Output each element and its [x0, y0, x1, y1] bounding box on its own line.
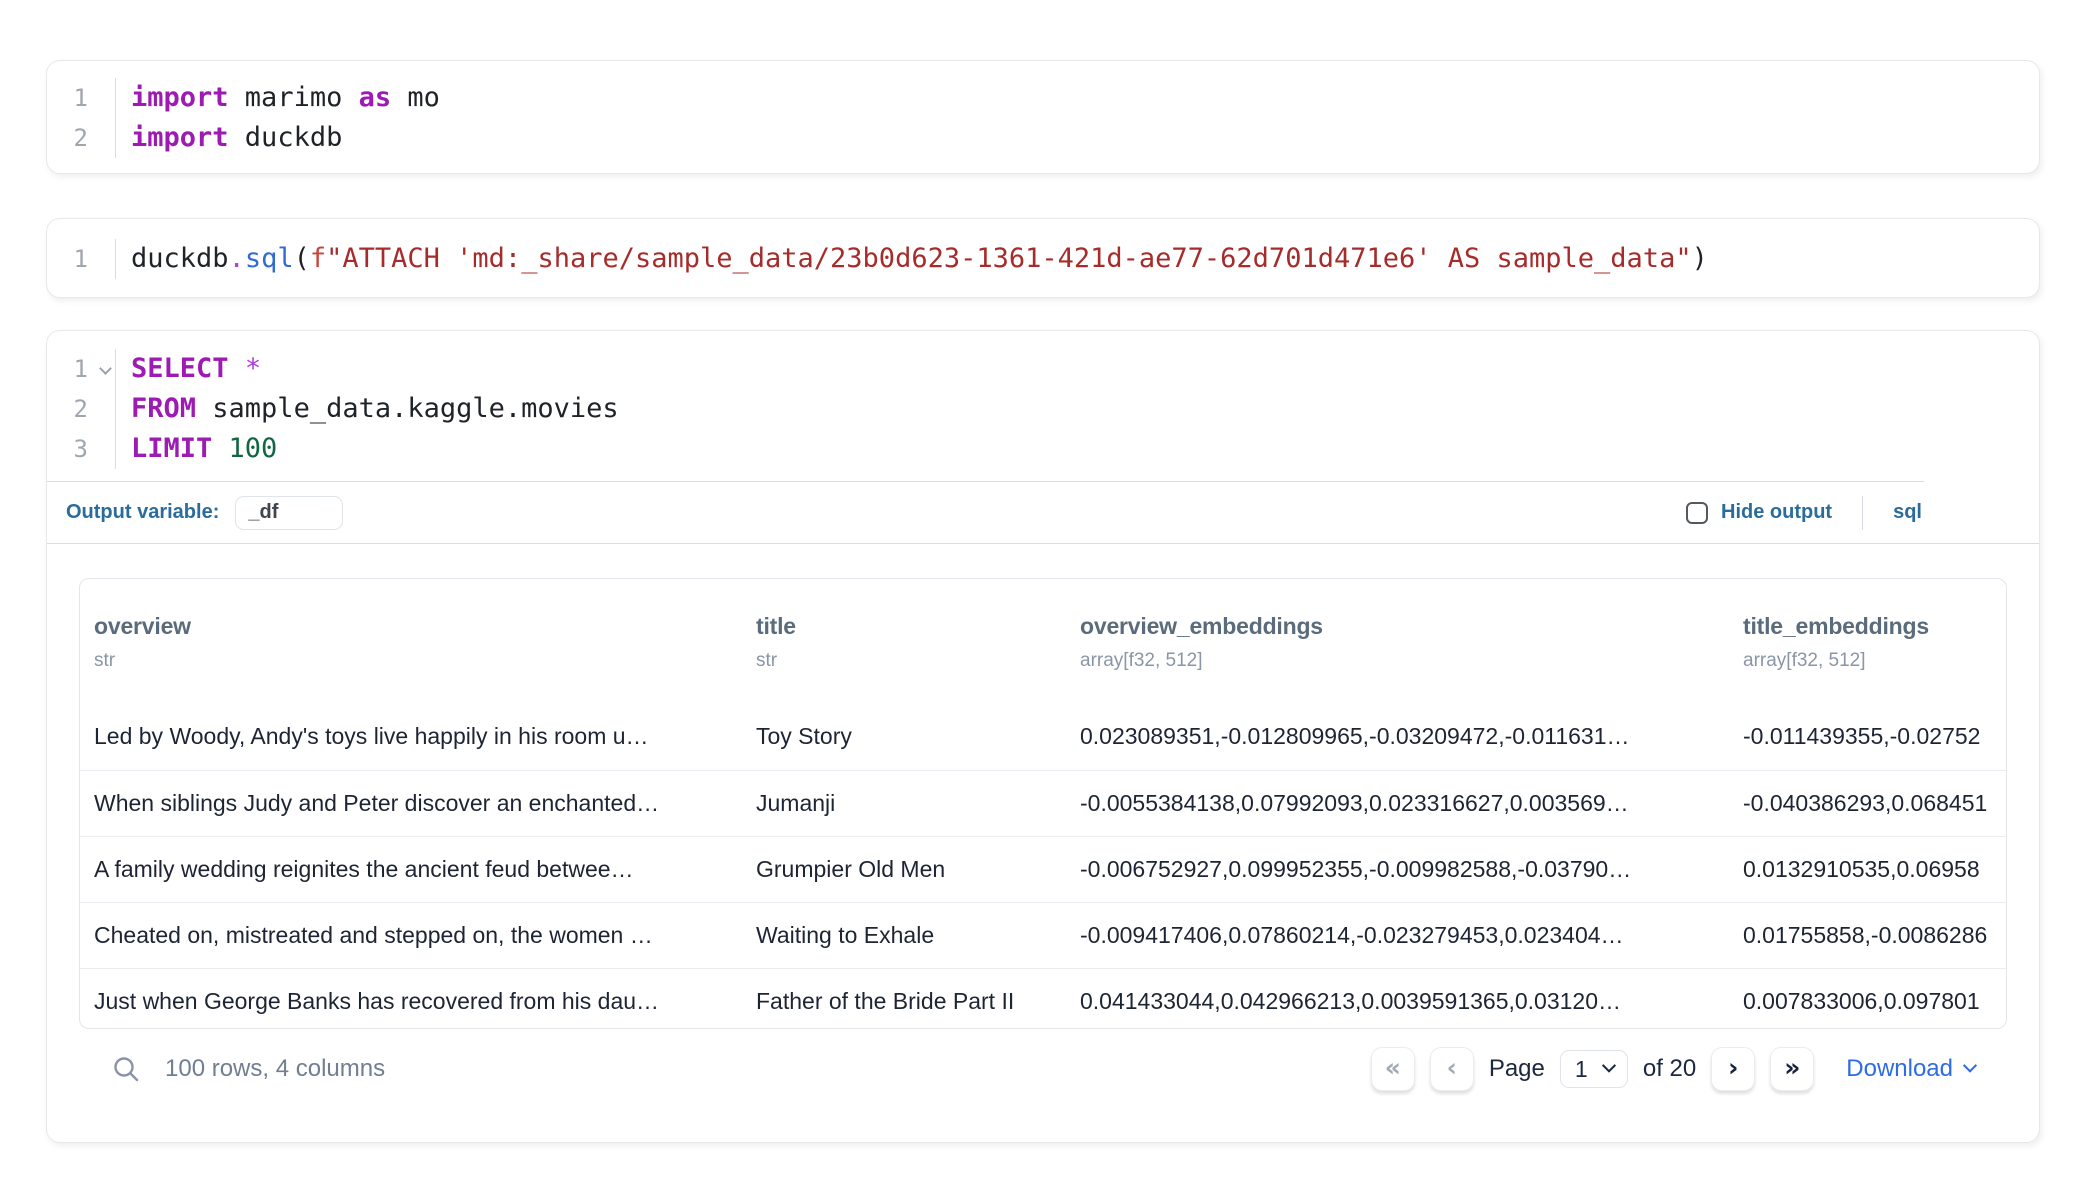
- chevron-down-icon: [1963, 1058, 1977, 1072]
- code-line[interactable]: 1SELECT *: [47, 349, 2039, 389]
- table-cell: Toy Story: [742, 704, 1066, 770]
- table-cell: 0.041433044,0.042966213,0.0039591365,0.0…: [1066, 968, 1729, 1029]
- line-number: 1: [47, 349, 116, 389]
- hide-output-label[interactable]: Hide output: [1721, 501, 1832, 524]
- code-text: import duckdb: [116, 118, 342, 158]
- table-row[interactable]: When siblings Judy and Peter discover an…: [80, 770, 2006, 836]
- page-select-value: 1: [1575, 1056, 1588, 1083]
- code-text: SELECT *: [116, 349, 261, 389]
- table-cell: Grumpier Old Men: [742, 836, 1066, 902]
- table-row[interactable]: Just when George Banks has recovered fro…: [80, 968, 2006, 1029]
- column-name: title_embeddings: [1743, 613, 2002, 640]
- code-line[interactable]: 2FROM sample_data.kaggle.movies: [47, 389, 2039, 429]
- column-type: array[f32, 512]: [1080, 650, 1725, 672]
- toolbar-divider: [1862, 496, 1863, 530]
- column-header[interactable]: title_embeddings array[f32, 512]: [1729, 579, 2006, 704]
- column-header[interactable]: overview str: [80, 579, 742, 704]
- table-cell: A family wedding reignites the ancient f…: [80, 836, 742, 902]
- table-cell: Father of the Bride Part II: [742, 968, 1066, 1029]
- code-text: duckdb.sql(f"ATTACH 'md:_share/sample_da…: [116, 239, 1708, 279]
- language-badge[interactable]: sql: [1893, 501, 1922, 524]
- pagination: « ‹ Page 1 of 20 › »: [1371, 1047, 1814, 1091]
- code-line[interactable]: 2import duckdb: [47, 118, 2039, 158]
- code-text: FROM sample_data.kaggle.movies: [116, 389, 619, 429]
- column-name: title: [756, 613, 1062, 640]
- fold-chevron-icon[interactable]: [99, 362, 112, 375]
- code-line[interactable]: 3LIMIT 100: [47, 429, 2039, 469]
- column-header[interactable]: title str: [742, 579, 1066, 704]
- download-label: Download: [1846, 1055, 1953, 1083]
- table-cell: 0.01755858,-0.0086286: [1729, 902, 2006, 968]
- hide-output-checkbox[interactable]: [1686, 502, 1708, 524]
- chevron-down-icon: [1602, 1059, 1616, 1073]
- last-page-button[interactable]: »: [1770, 1047, 1814, 1091]
- table-cell: -0.006752927,0.099952355,-0.009982588,-0…: [1066, 836, 1729, 902]
- search-icon[interactable]: [111, 1054, 141, 1084]
- page-select[interactable]: 1: [1560, 1050, 1628, 1088]
- table-cell: Jumanji: [742, 770, 1066, 836]
- line-number: 3: [47, 429, 116, 469]
- column-header[interactable]: overview_embeddings array[f32, 512]: [1066, 579, 1729, 704]
- table-row[interactable]: A family wedding reignites the ancient f…: [80, 836, 2006, 902]
- marimo-notebook: 1import marimo as mo2import duckdb 1duck…: [0, 0, 2086, 1192]
- row-count-status: 100 rows, 4 columns: [165, 1055, 385, 1083]
- page-label: Page: [1489, 1055, 1545, 1083]
- code-cell-attach[interactable]: 1duckdb.sql(f"ATTACH 'md:_share/sample_d…: [46, 218, 2040, 298]
- dataframe-table: overview str title str overview_embeddingsar…: [79, 578, 2007, 1029]
- next-page-button[interactable]: ›: [1711, 1047, 1755, 1091]
- sql-cell[interactable]: 1SELECT *2FROM sample_data.kaggle.movies…: [46, 330, 2040, 1143]
- code-text: LIMIT 100: [116, 429, 277, 469]
- output-variable-label: Output variable:: [66, 501, 219, 524]
- column-name: overview_embeddings: [1080, 613, 1725, 640]
- column-name: overview: [94, 613, 738, 640]
- first-page-button[interactable]: «: [1371, 1047, 1415, 1091]
- code-cell-imports[interactable]: 1import marimo as mo2import duckdb: [46, 60, 2040, 174]
- table-cell: Just when George Banks has recovered fro…: [80, 968, 742, 1029]
- table-cell: -0.0055384138,0.07992093,0.023316627,0.0…: [1066, 770, 1729, 836]
- table-row[interactable]: Cheated on, mistreated and stepped on, t…: [80, 902, 2006, 968]
- line-number: 1: [47, 78, 116, 118]
- column-type: array[f32, 512]: [1743, 650, 2002, 672]
- table-cell: Waiting to Exhale: [742, 902, 1066, 968]
- code-line[interactable]: 1duckdb.sql(f"ATTACH 'md:_share/sample_d…: [47, 239, 2039, 279]
- table-cell: Led by Woody, Andy's toys live happily i…: [80, 704, 742, 770]
- download-button[interactable]: Download: [1846, 1055, 1975, 1083]
- table-cell: 0.0132910535,0.06958: [1729, 836, 2006, 902]
- table-header-row: overview str title str overview_embeddingsar…: [80, 579, 2006, 704]
- total-pages-label: of 20: [1643, 1055, 1696, 1083]
- output-variable-input[interactable]: [235, 496, 343, 530]
- table-cell: 0.007833006,0.097801: [1729, 968, 2006, 1029]
- table-cell: -0.040386293,0.068451: [1729, 770, 2006, 836]
- table-cell: 0.023089351,-0.012809965,-0.03209472,-0.…: [1066, 704, 1729, 770]
- line-number: 2: [47, 118, 116, 158]
- table-cell: -0.009417406,0.07860214,-0.023279453,0.0…: [1066, 902, 1729, 968]
- code-text: import marimo as mo: [116, 78, 440, 118]
- line-number: 2: [47, 389, 116, 429]
- table-row[interactable]: Led by Woody, Andy's toys live happily i…: [80, 704, 2006, 770]
- code-editor[interactable]: 1import marimo as mo2import duckdb: [47, 61, 2039, 175]
- previous-page-button[interactable]: ‹: [1430, 1047, 1474, 1091]
- table-cell: When siblings Judy and Peter discover an…: [80, 770, 742, 836]
- column-type: str: [94, 650, 738, 672]
- cell-output: overview str title str overview_embeddingsar…: [47, 544, 2039, 1107]
- sql-cell-toolbar: Output variable: Hide output sql: [47, 482, 2039, 544]
- code-editor[interactable]: 1duckdb.sql(f"ATTACH 'md:_share/sample_d…: [47, 219, 2039, 299]
- table-footer: 100 rows, 4 columns « ‹ Page 1 of 20 › »…: [79, 1031, 2007, 1107]
- line-number: 1: [47, 239, 116, 279]
- code-line[interactable]: 1import marimo as mo: [47, 78, 2039, 118]
- table-cell: Cheated on, mistreated and stepped on, t…: [80, 902, 742, 968]
- column-type: str: [756, 650, 1062, 672]
- code-editor[interactable]: 1SELECT *2FROM sample_data.kaggle.movies…: [47, 331, 2039, 481]
- table-cell: -0.011439355,-0.02752: [1729, 704, 2006, 770]
